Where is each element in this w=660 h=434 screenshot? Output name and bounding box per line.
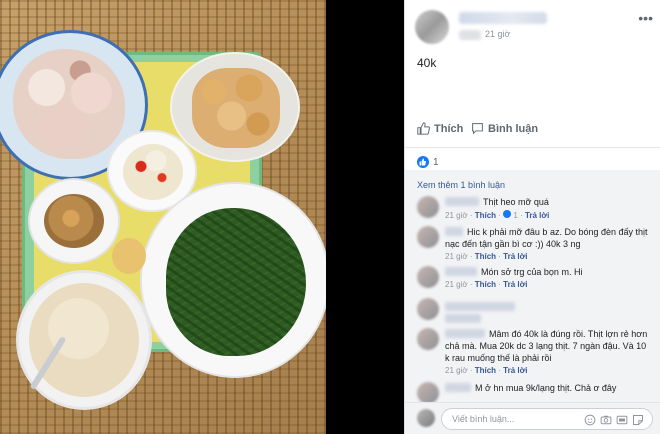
screenshot-root: 21 giờ ••• 40k Thích Bình luận 1 Xem thê…: [0, 0, 660, 434]
comment-reply-link[interactable]: Trả lời: [503, 366, 527, 375]
comment-like-link[interactable]: Thích: [475, 366, 496, 375]
comment-reply-link[interactable]: Trả lời: [503, 280, 527, 289]
comment-meta: 21 giờ · Thích · Trả lời: [445, 252, 528, 261]
like-reaction-icon: [503, 210, 512, 218]
view-more-comments-link[interactable]: Xem thêm 1 bình luận: [417, 180, 505, 190]
dipping-sauce-bowl: [28, 178, 120, 264]
post-panel: 21 giờ ••• 40k Thích Bình luận 1 Xem thê…: [404, 0, 660, 434]
comment-item: Thịt heo mỡ quá 21 giờ · Thích · 1 · Trả…: [417, 196, 653, 226]
more-dots-icon[interactable]: •••: [638, 10, 653, 26]
comment-reply-link[interactable]: Trả lời: [503, 252, 527, 261]
redacted-text: [459, 30, 481, 40]
photo-viewer-background: [326, 0, 404, 434]
boiled-pork: [13, 49, 125, 159]
comment-time[interactable]: 21 giờ: [445, 366, 468, 375]
comments-section: Xem thêm 1 bình luận Thịt heo mỡ quá 21 …: [405, 170, 660, 404]
comment-input[interactable]: Viết bình luận...: [441, 408, 653, 430]
reaction-count: 1: [433, 156, 439, 168]
comment-time[interactable]: 21 giờ: [445, 211, 468, 220]
comment-text: Mâm đó 40k là đúng rồi. Thịt lợn rẻ hơn …: [445, 329, 648, 363]
comment-reply-link[interactable]: Trả lời: [525, 211, 549, 220]
post-time[interactable]: 21 giờ: [485, 29, 510, 39]
comment-text: Thịt heo mỡ quá: [483, 197, 549, 207]
food-photo[interactable]: [0, 0, 404, 434]
post-header: 21 giờ •••: [415, 10, 655, 50]
camera-icon[interactable]: [600, 413, 612, 425]
commenter-avatar[interactable]: [417, 298, 439, 320]
post-text: 40k: [417, 56, 437, 70]
comment-label: Bình luận: [488, 122, 539, 135]
comment-button[interactable]: Bình luận: [471, 122, 538, 135]
commenter-avatar[interactable]: [417, 328, 439, 350]
comment-meta: 21 giờ · Thích · Trả lời: [445, 366, 528, 375]
comment-text: Hic k phải mỡ đâu b az. Do bóng đèn đấy …: [445, 227, 648, 249]
comment-like-link[interactable]: Thích: [475, 252, 496, 261]
comment-item: M ở hn mua 9k/lạng thịt. Chả ơ đây: [417, 382, 653, 404]
water-spinach: [166, 208, 306, 356]
gif-icon[interactable]: [616, 413, 628, 425]
comment-text: M ở hn mua 9k/lạng thịt. Chả ơ đây: [475, 383, 617, 393]
water-spinach-plate: [140, 182, 330, 378]
comment-item: Món sở trg của bọn m. Hi 21 giờ · Thích …: [417, 266, 653, 292]
comment-like-link[interactable]: Thích: [475, 280, 496, 289]
speech-bubble-icon: [472, 123, 483, 135]
comment-like-count: 1: [513, 211, 518, 220]
comment-composer: Viết bình luận...: [405, 402, 660, 434]
comment-placeholder: Viết bình luận...: [452, 414, 515, 424]
comment-meta: 21 giờ · Thích · Trả lời: [445, 280, 528, 289]
author-avatar[interactable]: [415, 10, 449, 44]
author-name-redacted[interactable]: [459, 12, 547, 24]
fried-tofu-plate: [170, 52, 300, 162]
comment-like-link[interactable]: Thích: [475, 211, 496, 220]
comment-time[interactable]: 21 giờ: [445, 280, 468, 289]
like-reaction-icon: [417, 156, 429, 168]
side-dish: [112, 238, 146, 274]
emoji-icon[interactable]: [584, 413, 596, 426]
current-user-avatar: [417, 409, 435, 427]
commenter-avatar[interactable]: [417, 196, 439, 218]
comment-item-redacted: [417, 298, 653, 323]
comment-item: Hic k phải mỡ đâu b az. Do bóng đèn đấy …: [417, 226, 653, 262]
like-button[interactable]: Thích: [417, 122, 463, 135]
comment-meta: 21 giờ · Thích · 1 · Trả lời: [445, 210, 550, 220]
comment-text: Món sở trg của bọn m. Hi: [481, 267, 583, 277]
sticker-icon[interactable]: [632, 413, 644, 425]
reaction-summary[interactable]: 1: [417, 152, 649, 172]
commenter-avatar[interactable]: [417, 266, 439, 288]
comment-time[interactable]: 21 giờ: [445, 252, 468, 261]
post-actions: Thích Bình luận: [405, 112, 660, 148]
fried-tofu: [192, 68, 280, 148]
thumbs-up-icon: [417, 122, 430, 135]
redacted-text: [445, 314, 481, 323]
redacted-text: [445, 302, 515, 311]
commenter-avatar[interactable]: [417, 382, 439, 404]
soup: [29, 283, 139, 397]
comment-item: Mâm đó 40k là đúng rồi. Thịt lợn rẻ hơn …: [417, 328, 653, 375]
dipping-sauce: [44, 194, 104, 248]
like-label: Thích: [434, 122, 464, 135]
commenter-avatar[interactable]: [417, 226, 439, 248]
composer-icons: [584, 413, 644, 426]
soup-bowl: [16, 270, 152, 410]
pickled-onion: [123, 144, 183, 200]
